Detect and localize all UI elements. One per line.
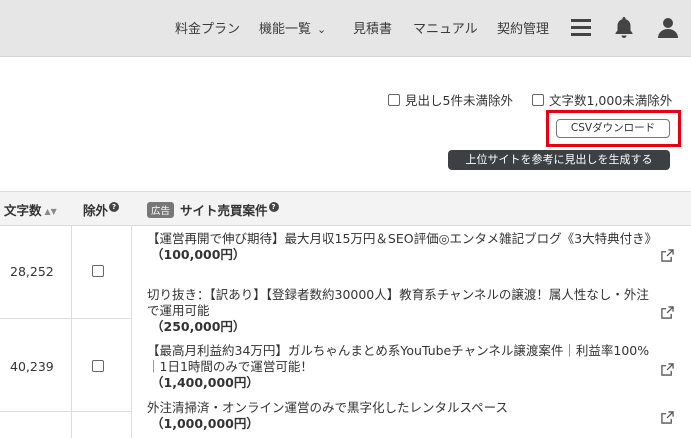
row-exclude-checkbox[interactable]: [92, 360, 104, 372]
listing-price: （1,400,000円）: [151, 375, 259, 390]
checkbox-box[interactable]: [532, 93, 544, 106]
help-icon[interactable]: ?: [109, 202, 120, 212]
listing-title: 切り抜き：【訳あり】【登録者数約30000人】教育系チャンネルの譲渡！属人性なし…: [147, 287, 649, 318]
sort-icon[interactable]: ▲▼: [45, 207, 57, 216]
filter-headings-label: 見出し5件未満除外: [405, 93, 513, 108]
generate-headings-button[interactable]: 上位サイトを参考に見出しを生成する: [448, 150, 670, 170]
filter-headings-checkbox[interactable]: 見出し5件未満除外: [388, 90, 513, 109]
col-chars-header[interactable]: 文字数 ▲▼: [4, 200, 57, 219]
external-link-icon[interactable]: [661, 409, 674, 424]
listing-item[interactable]: 【運営再開で伸び期待】最大月収15万円＆SEO評価◎エンタメ雑記ブログ《3大特典…: [147, 231, 658, 263]
col-listings-label: サイト売買案件: [180, 203, 268, 218]
external-link-icon[interactable]: [661, 247, 674, 262]
listing-price: （250,000円）: [151, 319, 246, 334]
nav-features-label: 機能一覧: [259, 22, 312, 37]
nav-estimate[interactable]: 見積書: [353, 18, 392, 37]
listing-item[interactable]: 外注清掃済・オンライン運営のみで黒字化したレンタルスペース （1,000,000…: [147, 400, 655, 432]
nav-features[interactable]: 機能一覧 ⌄: [259, 18, 326, 37]
col-exclude-header: 除外?: [83, 200, 120, 219]
listing-price: （1,000,000円）: [151, 416, 259, 431]
menu-icon[interactable]: [569, 14, 593, 40]
table-header: 文字数 ▲▼ 除外? 広告 サイト売買案件?: [0, 191, 691, 226]
listing-price: （100,000円）: [151, 247, 246, 262]
row-exclude-checkbox[interactable]: [92, 265, 104, 277]
listing-title: 【運営再開で伸び期待】最大月収15万円＆SEO評価◎エンタメ雑記ブログ《3大特典…: [147, 231, 658, 246]
column-divider: [71, 226, 72, 438]
column-divider: [131, 226, 132, 438]
listing-title: 【最高月利益約34万円】ガルちゃんまとめ系YouTubeチャンネル譲渡案件｜利益…: [147, 343, 650, 374]
col-chars-label: 文字数: [4, 203, 42, 218]
ad-badge: 広告: [147, 202, 175, 218]
col-exclude-label: 除外: [83, 203, 109, 218]
user-icon[interactable]: [656, 14, 680, 40]
col-listings-header: 広告 サイト売買案件?: [147, 200, 279, 219]
chevron-down-icon: ⌄: [317, 23, 327, 36]
help-icon[interactable]: ?: [268, 202, 279, 212]
top-nav: 料金プラン 機能一覧 ⌄ 見積書 マニュアル 契約管理: [0, 0, 691, 57]
csv-download-button[interactable]: CSVダウンロード: [556, 119, 670, 138]
listing-item[interactable]: 【最高月利益約34万円】ガルちゃんまとめ系YouTubeチャンネル譲渡案件｜利益…: [147, 343, 655, 391]
nav-pricing[interactable]: 料金プラン: [175, 18, 240, 37]
external-link-icon[interactable]: [661, 304, 674, 319]
listing-title: 外注清掃済・オンライン運営のみで黒字化したレンタルスペース: [147, 400, 509, 415]
row-divider: [0, 411, 131, 412]
row-char-count: 40,239: [10, 359, 54, 374]
external-link-icon[interactable]: [661, 361, 674, 376]
filter-chars-label: 文字数1,000未満除外: [549, 93, 673, 108]
filter-chars-checkbox[interactable]: 文字数1,000未満除外: [532, 90, 672, 109]
checkbox-box[interactable]: [388, 93, 400, 106]
nav-contract[interactable]: 契約管理: [497, 18, 549, 37]
bell-icon[interactable]: [612, 14, 636, 40]
row-char-count: 28,252: [10, 264, 54, 279]
row-divider: [0, 318, 131, 319]
listing-item[interactable]: 切り抜き：【訳あり】【登録者数約30000人】教育系チャンネルの譲渡！属人性なし…: [147, 287, 655, 335]
nav-manual[interactable]: マニュアル: [413, 18, 478, 37]
